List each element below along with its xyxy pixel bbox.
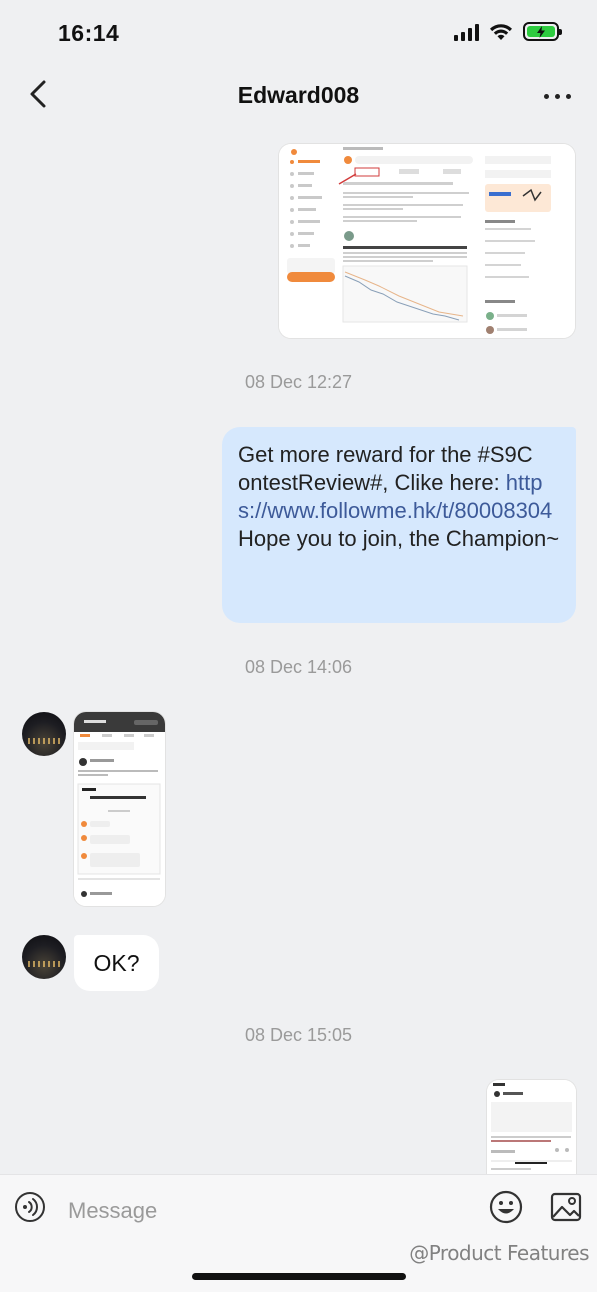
avatar[interactable]: [22, 712, 66, 756]
image-message-profile-screenshot[interactable]: [487, 1080, 576, 1174]
image-message-chat-screenshot[interactable]: [74, 712, 165, 906]
message-timestamp: 08 Dec 14:06: [244, 657, 353, 677]
home-indicator[interactable]: [192, 1273, 406, 1280]
emoji-icon[interactable]: [488, 1189, 524, 1225]
message-text: Hope you to join, the Champion~: [238, 526, 560, 551]
avatar[interactable]: [22, 935, 66, 979]
image-picker-icon[interactable]: [548, 1189, 584, 1225]
chat-screenshot-preview: [74, 712, 165, 906]
chat-header: Edward008: [0, 62, 597, 128]
message-timestamp: 08 Dec 12:27: [244, 372, 353, 392]
message-composer: @Product Features: [0, 1174, 597, 1292]
watermark: @Product Features: [409, 1241, 589, 1265]
message-text: ontestReview#, Clike here:: [238, 470, 506, 495]
status-icons: [454, 22, 562, 41]
more-options-icon[interactable]: [544, 84, 571, 108]
battery-charging-icon: [523, 22, 562, 41]
wifi-icon: [490, 23, 512, 40]
community-page-preview: [279, 144, 575, 338]
chat-title: Edward008: [237, 82, 360, 108]
message-text: Get more reward for the #S9C: [238, 442, 533, 467]
image-message-community-screenshot[interactable]: [279, 144, 575, 338]
message-list[interactable]: 08 Dec 12:27 Get more reward for the #S9…: [0, 128, 597, 1174]
voice-input-icon[interactable]: [14, 1191, 46, 1223]
cellular-signal-icon: [454, 23, 479, 41]
status-time: 16:14: [58, 20, 120, 46]
profile-screenshot-preview: [487, 1080, 576, 1174]
outgoing-message-bubble[interactable]: Get more reward for the #S9C ontestRevie…: [222, 427, 576, 623]
incoming-message-bubble[interactable]: OK?: [74, 935, 159, 991]
status-bar: 16:14: [0, 0, 597, 62]
message-timestamp: 08 Dec 15:05: [244, 1025, 353, 1045]
message-input[interactable]: [68, 1193, 468, 1229]
